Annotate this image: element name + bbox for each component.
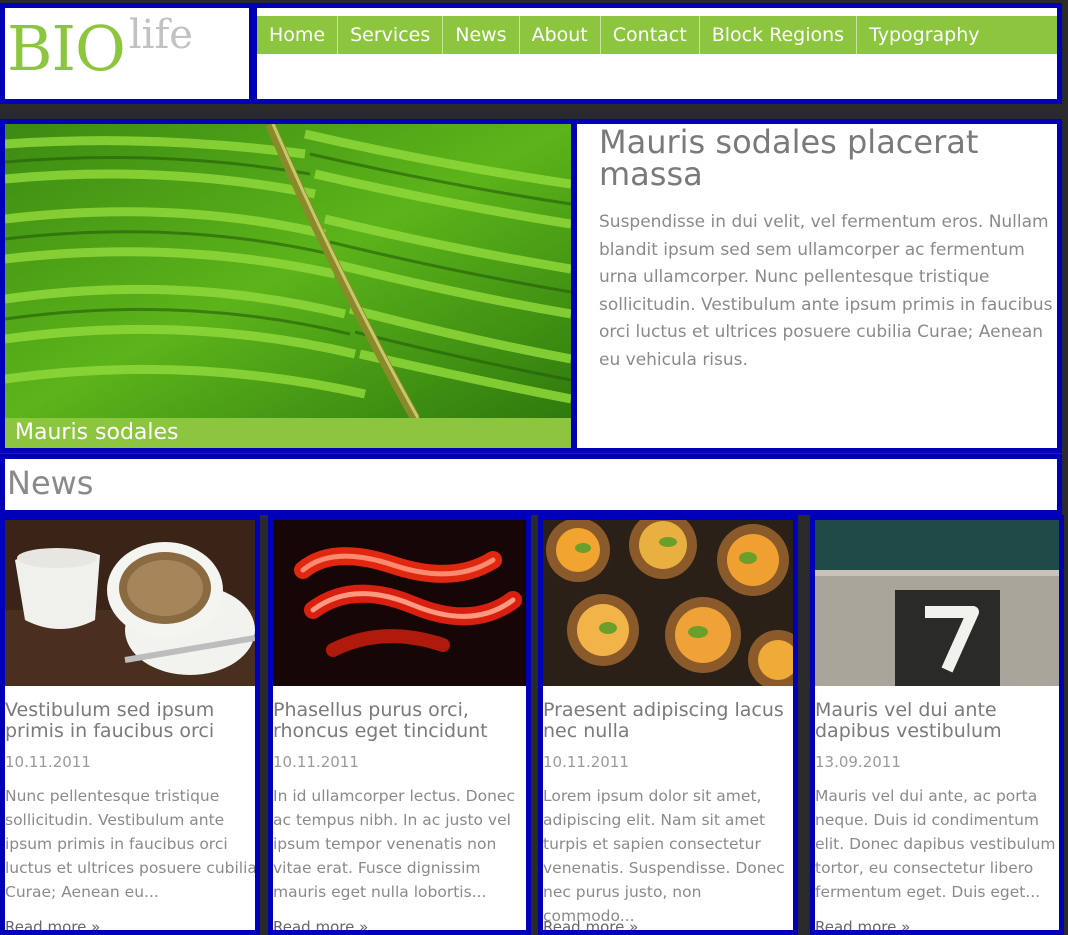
featured-caption: Mauris sodales [15, 420, 179, 445]
site-logo[interactable]: BIO life [7, 12, 193, 85]
news-item-title[interactable]: Phasellus purus orci, rhoncus eget tinci… [273, 700, 523, 742]
nav-item-about[interactable]: About [520, 16, 601, 54]
news-item-excerpt: Mauris vel dui ante, ac porta neque. Dui… [815, 787, 1056, 901]
coffee-cups-image[interactable] [5, 520, 255, 686]
fruit-tarts-image[interactable] [543, 520, 793, 686]
navigation-region: Home Services News About Contact Block R… [252, 3, 1062, 104]
news-item-title[interactable]: Vestibulum sed ipsum primis in faucibus … [5, 700, 255, 742]
nav-item-contact[interactable]: Contact [601, 16, 700, 54]
logo-main-text: BIO [7, 12, 126, 85]
nav-item-block-regions[interactable]: Block Regions [700, 16, 858, 54]
news-card: Mauris vel dui ante dapibus vestibulum 1… [810, 515, 1064, 935]
featured-caption-bar: Mauris sodales [5, 418, 571, 448]
news-item-excerpt: Nunc pellentesque tristique sollicitudin… [5, 787, 257, 901]
news-card: Phasellus purus orci, rhoncus eget tinci… [268, 515, 531, 935]
featured-body: Suspendisse in dui velit, vel fermentum … [599, 212, 1053, 370]
featured-text-region: Mauris sodales placerat massa Suspendiss… [572, 119, 1062, 453]
news-item-excerpt: In id ullamcorper lectus. Donec ac tempu… [273, 787, 515, 901]
news-item-date: 10.11.2011 [543, 753, 629, 771]
logo-suffix-text: life [128, 12, 193, 58]
news-item-date: 10.11.2011 [5, 753, 91, 771]
news-card: Praesent adipiscing lacus nec nulla 10.1… [538, 515, 798, 935]
news-card: Vestibulum sed ipsum primis in faucibus … [0, 515, 260, 935]
nav-item-typography[interactable]: Typography [857, 16, 991, 54]
nav-item-services[interactable]: Services [338, 16, 444, 54]
main-nav: Home Services News About Contact Block R… [257, 16, 1057, 54]
featured-title[interactable]: Mauris sodales placerat massa [599, 126, 1049, 190]
red-light-streaks-image[interactable] [273, 520, 526, 686]
featured-image-region: Mauris sodales [0, 119, 576, 453]
nav-item-home[interactable]: Home [257, 16, 339, 54]
news-item-title[interactable]: Praesent adipiscing lacus nec nulla [543, 700, 793, 742]
news-item-date: 10.11.2011 [273, 753, 359, 771]
number-seven-sign-image[interactable] [815, 520, 1059, 686]
news-heading: News [7, 464, 94, 502]
palm-leaf-image[interactable] [5, 124, 571, 418]
nav-item-news[interactable]: News [443, 16, 520, 54]
news-item-excerpt: Lorem ipsum dolor sit amet, adipiscing e… [543, 787, 785, 925]
news-item-date: 13.09.2011 [815, 753, 901, 771]
logo-region: BIO life [0, 3, 254, 104]
news-heading-region: News [0, 454, 1062, 515]
news-item-title[interactable]: Mauris vel dui ante dapibus vestibulum [815, 700, 1059, 742]
